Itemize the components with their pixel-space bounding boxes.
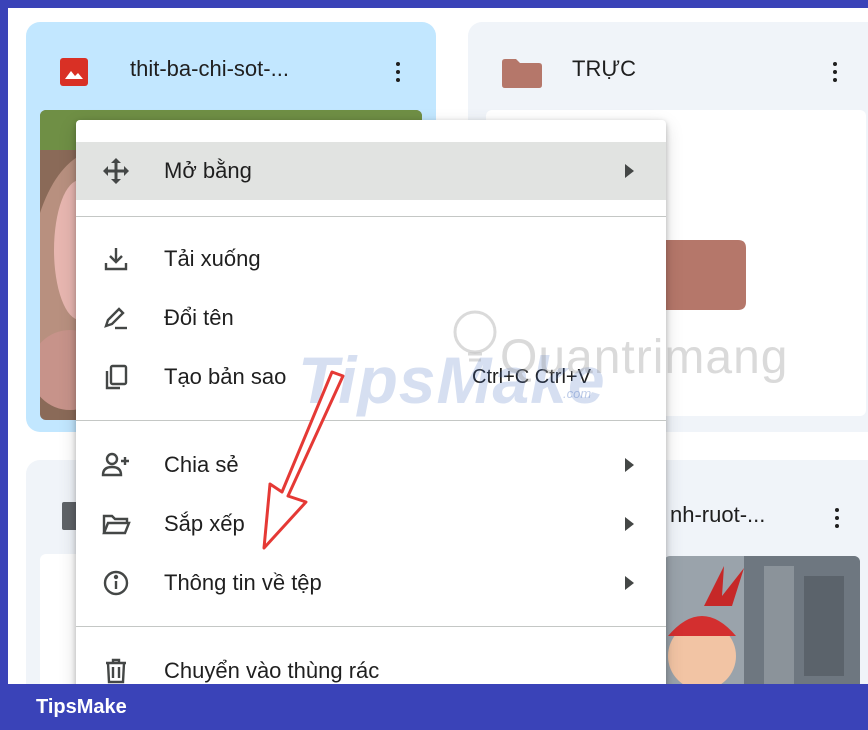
submenu-arrow-icon [625,517,634,531]
menu-item-organize[interactable]: Sắp xếp [76,495,666,553]
more-options-icon[interactable] [383,54,413,90]
menu-item-label: Chia sẻ [164,452,239,477]
menu-item-open-with[interactable]: Mở bằng [76,142,666,200]
more-options-icon[interactable] [820,54,850,90]
menu-item-label: Tải xuống [164,246,261,271]
more-options-icon[interactable] [822,500,852,536]
menu-item-label: Chuyển vào thùng rác [164,658,380,683]
footer-bar: TipsMake [8,684,868,730]
share-person-icon [100,449,132,481]
trash-icon [100,655,132,684]
rename-pencil-icon [100,302,132,334]
folder-card-title: TRỰC [572,56,637,81]
drive-file-grid: thit-ba-chi-sot-... TRỰC nh-ruot-... Mở … [8,8,868,684]
menu-divider [76,626,666,627]
menu-item-file-information[interactable]: Thông tin về tệp [76,554,666,612]
copy-icon [100,361,132,393]
file-card-title: thit-ba-chi-sot-... [130,56,289,81]
menu-item-label: Thông tin về tệp [164,570,322,595]
download-icon [100,243,132,275]
annotation-arrow [262,370,345,550]
folder-icon [502,58,542,88]
move-arrows-icon [100,155,132,187]
footer-brand: TipsMake [36,696,127,718]
menu-item-share[interactable]: Chia sẻ [76,436,666,494]
submenu-arrow-icon [625,164,634,178]
folder-open-icon [100,508,132,540]
menu-divider [76,216,666,217]
submenu-arrow-icon [625,458,634,472]
menu-divider [76,420,666,421]
submenu-arrow-icon [625,576,634,590]
tipsmake-watermark-domain: .com [563,386,592,401]
menu-item-label: Sắp xếp [164,511,245,536]
info-icon [100,567,132,599]
menu-item-download[interactable]: Tải xuống [76,230,666,288]
menu-item-move-to-trash[interactable]: Chuyển vào thùng rác [76,642,666,684]
quantrimang-watermark: Quantrimang [500,331,789,384]
image-file-icon [60,58,88,86]
menu-item-label: Đổi tên [164,305,234,330]
file-thumbnail [664,556,860,684]
menu-item-label: Mở bằng [164,158,252,183]
lightbulb-icon [450,308,500,373]
file-card-title: nh-ruot-... [670,502,766,527]
